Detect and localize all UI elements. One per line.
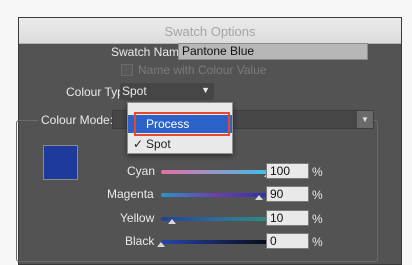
menu-item-label: Process	[146, 117, 190, 131]
chevron-down-icon: ▼	[357, 111, 373, 128]
magenta-value-field[interactable]: 90	[266, 186, 309, 202]
black-label: Black	[125, 234, 155, 248]
colour-type-select[interactable]: Spot ▼	[120, 83, 214, 100]
magenta-slider-thumb[interactable]	[255, 195, 263, 200]
black-unit: %	[312, 235, 323, 249]
magenta-unit: %	[312, 188, 323, 202]
cyan-label: Cyan	[127, 164, 156, 178]
title-bar[interactable]: Swatch Options	[19, 18, 401, 44]
menu-item-spot[interactable]: ✓ Spot	[128, 135, 232, 153]
name-with-colour-value-label: Name with Colour Value	[138, 63, 267, 77]
cyan-slider[interactable]	[161, 170, 271, 174]
yellow-label: Yellow	[120, 211, 155, 225]
swatch-preview	[43, 145, 78, 180]
yellow-value-field[interactable]: 10	[266, 210, 309, 226]
yellow-slider-thumb[interactable]	[168, 219, 176, 224]
cyan-unit: %	[312, 165, 323, 179]
black-slider-thumb[interactable]	[157, 242, 165, 247]
magenta-label: Magenta	[107, 187, 154, 201]
menu-item-label: Spot	[146, 137, 171, 151]
colour-type-menu: Process ✓ Spot	[127, 102, 233, 154]
swatch-name-field[interactable]: Pantone Blue	[178, 43, 368, 60]
menu-item-process[interactable]: Process	[128, 115, 232, 133]
checkmark-icon: ✓	[133, 137, 144, 151]
yellow-slider[interactable]	[161, 217, 271, 221]
chevron-down-icon: ▼	[201, 85, 210, 95]
dialog-title: Swatch Options	[164, 24, 256, 39]
black-value-field[interactable]: 0	[266, 233, 309, 249]
black-slider[interactable]	[161, 240, 271, 244]
yellow-unit: %	[312, 212, 323, 226]
cyan-value-field[interactable]: 100	[266, 163, 309, 179]
colour-type-value: Spot	[122, 84, 147, 98]
colour-mode-label: Colour Mode:	[38, 113, 117, 127]
name-with-colour-value-checkbox[interactable]	[121, 64, 133, 76]
